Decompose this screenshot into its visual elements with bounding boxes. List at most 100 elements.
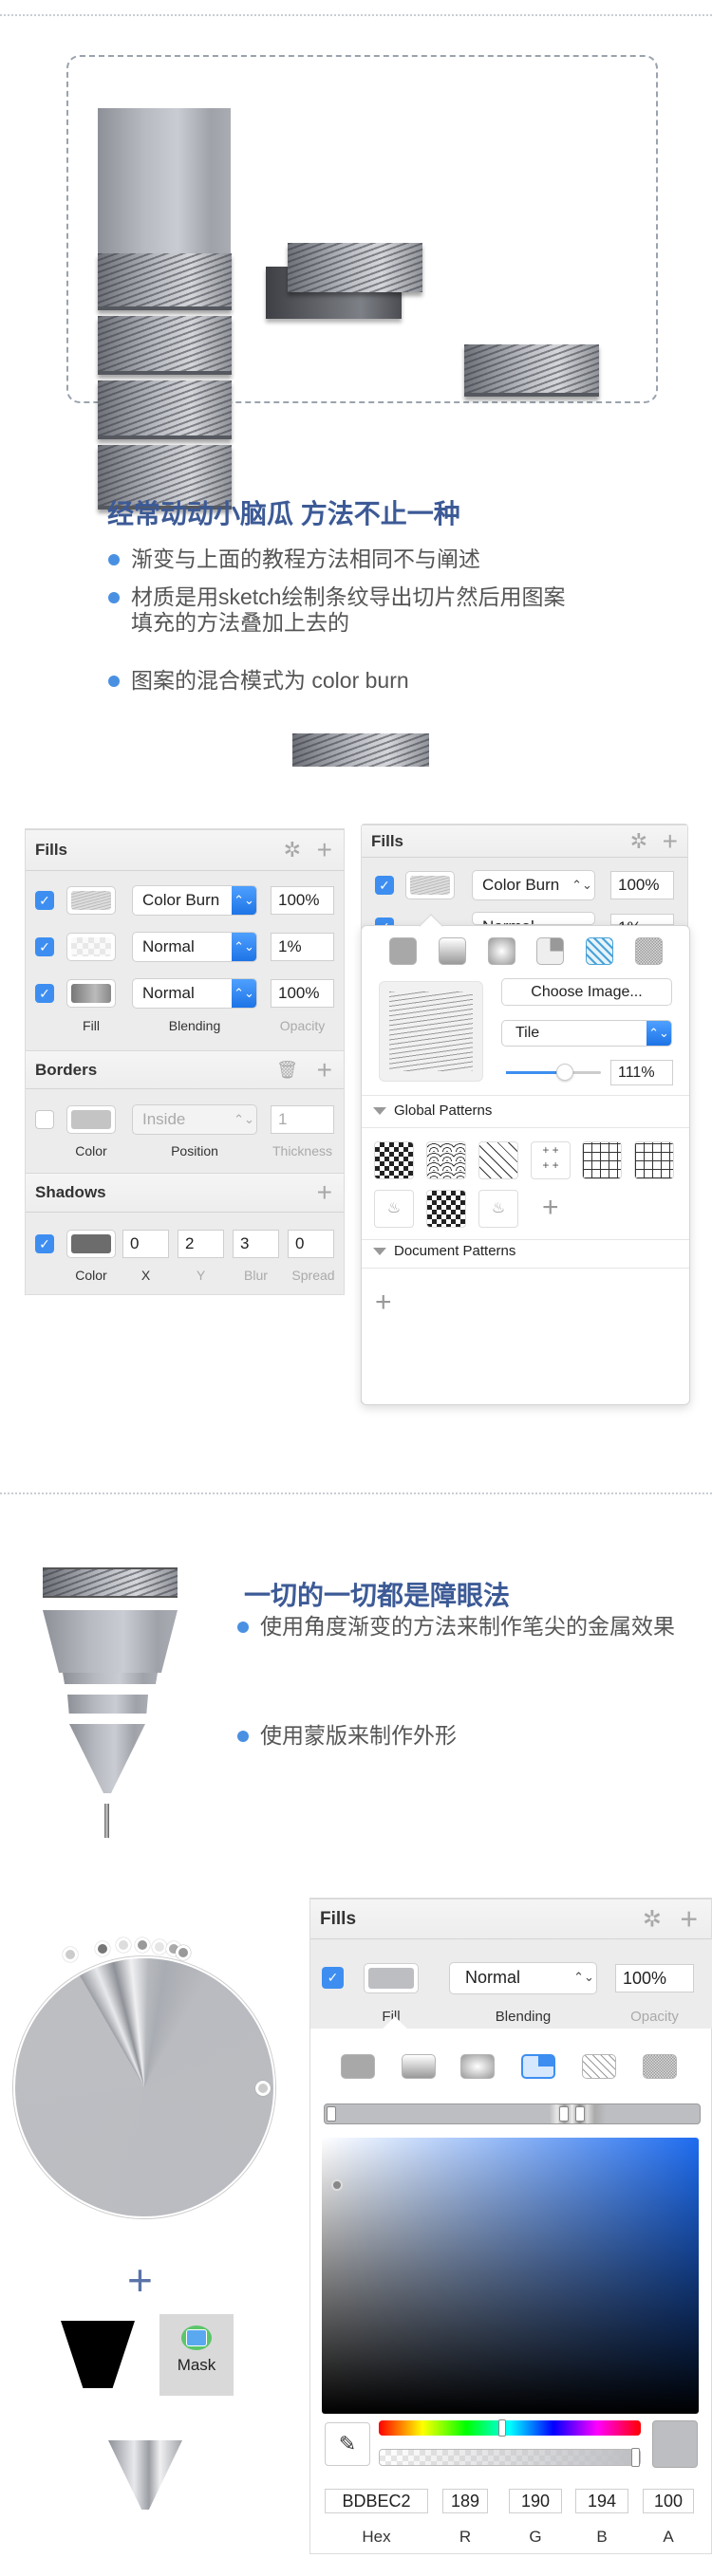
gradient-stop-handle[interactable] [255,2081,271,2096]
opacity-field[interactable]: 100% [615,1964,694,1992]
add-fill-button[interactable]: + [680,1901,698,1937]
mask-button[interactable]: Mask [159,2314,234,2396]
angular-gradient-type-button[interactable] [521,2054,555,2079]
blending-select[interactable]: Normal [472,912,595,925]
gradient-stop[interactable] [559,2106,569,2122]
disclosure-triangle-icon [373,1248,386,1256]
pattern-mode-select[interactable]: Tile ⌃⌄ [501,1020,672,1047]
add-fill-button[interactable]: + [663,826,678,857]
fill-checkbox[interactable]: ✓ [375,876,394,895]
radial-gradient-type-button[interactable] [460,2054,495,2079]
shadow-color-swatch[interactable] [66,1230,116,1258]
color-field[interactable] [322,2138,699,2414]
alpha-slider-thumb[interactable] [631,2448,640,2467]
blending-select[interactable]: Normal ⌃⌄ [132,978,257,1009]
pattern-diagonal[interactable] [478,1141,518,1179]
blending-select[interactable]: Color Burn ⌃⌄ [132,885,257,916]
gradient-stop-handle[interactable] [63,1947,78,1962]
blue-field[interactable]: 194 [575,2489,628,2513]
add-fill-button[interactable]: + [317,835,332,865]
gradient-stop-handle[interactable] [116,1937,131,1953]
pattern-crosses[interactable]: + + + + [531,1141,571,1179]
red-field[interactable]: 189 [442,2489,488,2513]
shadow-x-field[interactable]: 0 [122,1230,169,1258]
thickness-field[interactable]: 1 [271,1105,334,1134]
linear-gradient-type-button[interactable] [402,2054,436,2079]
blending-select[interactable]: Normal ⌃⌄ [449,1962,597,1994]
opacity-field[interactable]: 1% [610,914,674,936]
color-picker-handle[interactable] [331,2179,343,2191]
fill-swatch[interactable] [66,886,116,915]
pattern-grid[interactable] [634,1141,674,1179]
opacity-field[interactable]: 100% [271,979,334,1008]
pattern-grid[interactable] [582,1141,622,1179]
scale-slider-thumb[interactable] [556,1064,573,1081]
shadow-spread-field[interactable]: 0 [288,1230,334,1258]
pattern-checker[interactable] [374,1141,414,1179]
shadow-checkbox[interactable]: ✓ [35,1234,54,1253]
green-field[interactable]: 190 [509,2489,562,2513]
color-label: Color [75,1143,107,1158]
noise-type-button[interactable] [643,2054,677,2079]
pattern-type-button[interactable] [586,937,613,965]
gradient-stop-handle[interactable] [95,1941,110,1956]
document-patterns-header[interactable]: Document Patterns [373,1243,515,1259]
pattern-flame[interactable]: ♨ [374,1190,414,1228]
fill-swatch[interactable] [66,933,116,961]
add-document-pattern-button[interactable]: + [375,1287,392,1319]
hex-field[interactable]: BDBEC2 [325,2489,428,2513]
solid-fill-type-button[interactable] [341,2054,375,2079]
gradient-stop-handle[interactable] [135,1937,150,1953]
choose-image-button[interactable]: Choose Image... [501,978,672,1006]
fill-checkbox[interactable]: ✓ [35,937,54,956]
pattern-waves[interactable] [426,1141,466,1179]
solid-fill-type-button[interactable] [389,937,417,965]
global-patterns-header[interactable]: Global Patterns [373,1103,492,1119]
shadow-y-field[interactable]: 2 [178,1230,224,1258]
shadow-blur-field[interactable]: 3 [233,1230,279,1258]
opacity-field[interactable]: 1% [271,933,334,961]
gear-icon[interactable]: ✲ [284,838,301,862]
x-label: X [141,1268,151,1283]
fill-checkbox[interactable]: ✓ [322,1967,344,1989]
add-shadow-button[interactable]: + [317,1177,332,1208]
radial-gradient-type-button[interactable] [488,937,515,965]
border-color-swatch[interactable] [66,1105,116,1134]
fill-swatch[interactable] [66,979,116,1008]
gradient-stop[interactable] [327,2106,336,2122]
gradient-stops-bar[interactable] [324,2103,701,2124]
gradient-stop-handle[interactable] [176,1945,191,1960]
add-global-pattern-button[interactable]: + [542,1192,559,1224]
blending-select[interactable]: Color Burn ⌃⌄ [472,870,595,900]
current-color-swatch [652,2420,698,2468]
opacity-field[interactable]: 100% [271,886,334,915]
fill-swatch[interactable] [364,1963,419,1993]
linear-gradient-type-button[interactable] [439,937,466,965]
pattern-checker[interactable] [426,1190,466,1228]
pen-cone-tip [69,1724,145,1793]
opacity-field[interactable]: 100% [610,871,674,899]
pattern-type-button[interactable] [582,2054,616,2079]
add-border-button[interactable]: + [317,1055,332,1085]
alpha-field[interactable]: 100 [643,2489,694,2513]
gear-icon[interactable]: ✲ [630,829,647,854]
angular-gradient-type-button[interactable] [536,937,564,965]
scale-field[interactable]: 111% [610,1060,673,1085]
border-checkbox[interactable] [35,1110,54,1129]
border-position-select[interactable]: Inside ⌃⌄ [132,1104,257,1135]
blending-select[interactable]: Normal ⌃⌄ [132,932,257,962]
gradient-stop-handle[interactable] [152,1939,167,1955]
hue-slider-thumb[interactable] [498,2419,506,2437]
fill-swatch[interactable] [405,871,455,899]
trash-icon[interactable]: 🗑 [276,1060,298,1080]
gear-icon[interactable]: ✲ [643,1905,662,1933]
gradient-stop[interactable] [575,2106,585,2122]
fill-checkbox[interactable]: ✓ [35,984,54,1003]
alpha-slider[interactable] [379,2449,641,2466]
pattern-flame[interactable]: ♨ [478,1190,518,1228]
noise-type-button[interactable] [635,937,663,965]
eyedropper-button[interactable]: ✎ [325,2422,370,2466]
hue-slider[interactable] [379,2420,641,2436]
scale-slider-track[interactable] [506,1071,601,1074]
fill-checkbox[interactable]: ✓ [35,891,54,910]
